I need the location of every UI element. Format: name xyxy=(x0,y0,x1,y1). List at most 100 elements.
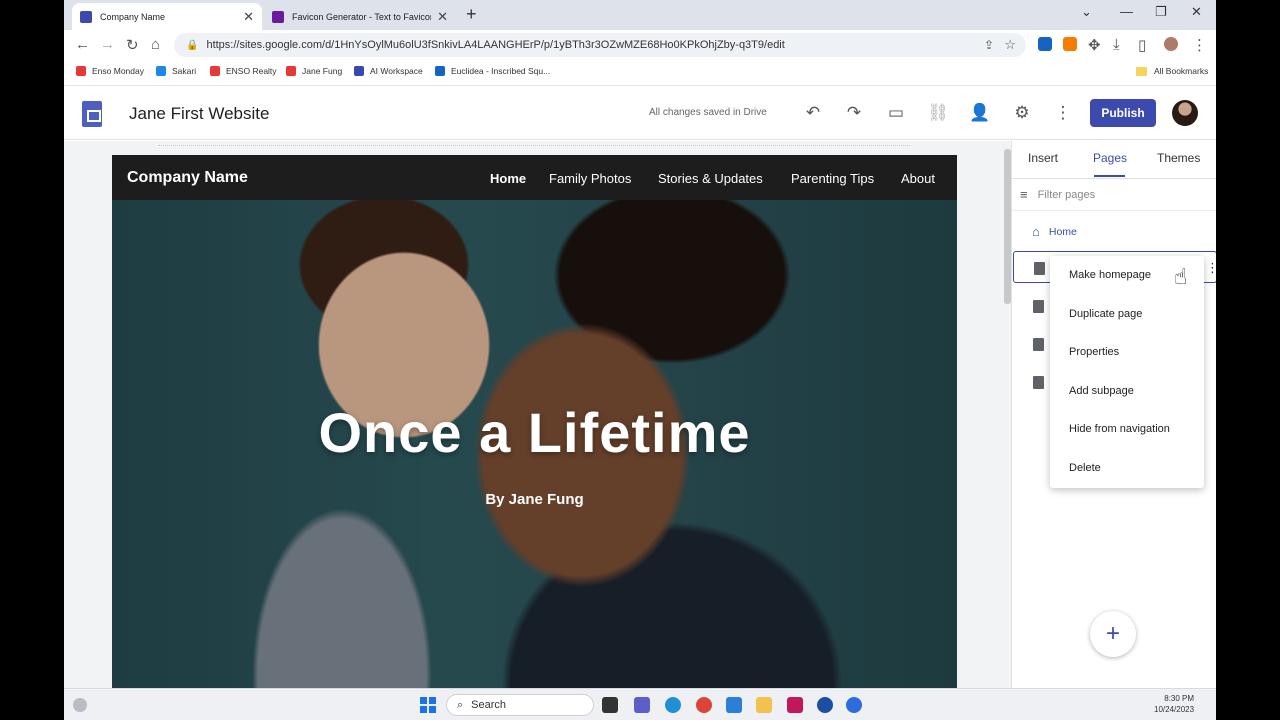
page-home[interactable]: ⌂ Home xyxy=(1032,224,1077,239)
tab-pages[interactable]: Pages xyxy=(1093,151,1127,165)
bookmark-ai-workspace[interactable]: AI Workspace xyxy=(354,66,423,76)
bookmark-euclidea[interactable]: Euclidea - Inscribed Squ... xyxy=(435,66,550,76)
more-options-icon[interactable]: ⋮ xyxy=(1052,103,1074,123)
app-circle-icon[interactable] xyxy=(817,697,833,713)
tab-title: Company Name xyxy=(100,11,166,22)
sites-header: Jane First Website All changes saved in … xyxy=(64,87,1216,140)
page-doc-icon xyxy=(1033,338,1044,351)
edge-icon[interactable] xyxy=(665,697,681,713)
menu-delete[interactable]: Delete xyxy=(1069,462,1101,474)
panel-divider xyxy=(1012,178,1216,179)
canvas-scrollbar[interactable] xyxy=(1004,149,1011,304)
site-preview[interactable]: Company Name Home Family Photos Stories … xyxy=(112,155,957,688)
extension-v-icon[interactable] xyxy=(1038,37,1052,51)
download-icon[interactable]: ⤓ xyxy=(1113,36,1120,53)
bookmark-sakari[interactable]: Sakari xyxy=(156,66,196,76)
bookmark-icon xyxy=(210,66,220,76)
share-icon[interactable]: ⇪ xyxy=(984,38,994,52)
tab-company-name[interactable]: Company Name ✕ xyxy=(72,3,262,30)
chrome-icon[interactable] xyxy=(696,697,712,713)
bookmark-icon xyxy=(286,66,296,76)
close-tab-icon[interactable]: ✕ xyxy=(437,9,448,25)
page-context-menu: Make homepage Duplicate page Properties … xyxy=(1050,256,1204,488)
share-with-others-icon[interactable]: 👤 xyxy=(969,103,991,123)
task-view-icon[interactable] xyxy=(602,697,618,713)
file-explorer-icon[interactable] xyxy=(756,697,772,713)
favicon-generator-icon xyxy=(272,10,284,23)
publish-button[interactable]: Publish xyxy=(1090,99,1156,127)
menu-duplicate-page[interactable]: Duplicate page xyxy=(1069,308,1142,320)
extensions-puzzle-icon[interactable]: ✥ xyxy=(1088,36,1101,54)
tab-themes[interactable]: Themes xyxy=(1157,151,1200,165)
account-avatar[interactable] xyxy=(1172,100,1198,126)
page-more-icon[interactable]: ⋮ xyxy=(1206,260,1216,276)
clock-date: 10/24/2023 xyxy=(1154,705,1195,714)
widgets-icon[interactable] xyxy=(73,698,87,712)
side-panel-icon[interactable]: ▯ xyxy=(1138,36,1146,54)
nav-home[interactable]: Home xyxy=(490,171,526,186)
system-clock[interactable]: 8:30 PM 10/24/2023 xyxy=(1154,693,1194,715)
editor-canvas: Company Name Home Family Photos Stories … xyxy=(64,141,1011,688)
bookmark-icon xyxy=(435,66,445,76)
bookmark-jane-fung[interactable]: Jane Fung xyxy=(286,66,342,76)
site-doc-title[interactable]: Jane First Website xyxy=(129,104,269,124)
bookmark-enso-monday[interactable]: Enso Monday xyxy=(76,66,144,76)
start-button[interactable] xyxy=(420,697,436,713)
back-icon[interactable]: ← xyxy=(75,36,90,53)
reload-icon[interactable]: ↻ xyxy=(126,36,139,54)
nav-family-photos[interactable]: Family Photos xyxy=(549,171,631,186)
filter-icon: ≡ xyxy=(1020,187,1028,202)
profile-avatar[interactable] xyxy=(1164,37,1178,51)
filter-placeholder: Filter pages xyxy=(1037,188,1096,201)
screen: Company Name ✕ Favicon Generator - Text … xyxy=(0,0,1280,720)
add-page-button[interactable]: + xyxy=(1090,611,1136,657)
close-window-icon[interactable]: ✕ xyxy=(1191,4,1202,20)
maximize-icon[interactable]: ❐ xyxy=(1155,4,1167,20)
address-bar[interactable]: 🔒 https://sites.google.com/d/1HnYsOylMu6… xyxy=(174,33,1026,57)
link-icon[interactable]: ⛓ xyxy=(927,103,949,123)
zoom-icon[interactable] xyxy=(846,697,862,713)
forward-icon[interactable]: → xyxy=(100,36,115,53)
page-doc-icon xyxy=(1033,376,1044,389)
snipping-tool-icon[interactable] xyxy=(787,697,803,713)
all-bookmarks[interactable]: All Bookmarks xyxy=(1136,66,1208,76)
chrome-menu-icon[interactable]: ⋮ xyxy=(1192,36,1207,54)
google-sites-logo-icon[interactable] xyxy=(82,101,102,127)
settings-gear-icon[interactable]: ⚙ xyxy=(1011,103,1033,123)
letterbox-left xyxy=(0,0,64,720)
menu-make-homepage[interactable]: Make homepage xyxy=(1069,269,1151,281)
nav-stories-updates[interactable]: Stories & Updates xyxy=(658,171,763,186)
tab-search-chevron-icon[interactable]: ⌄ xyxy=(1081,4,1092,20)
new-tab-icon[interactable]: + xyxy=(466,4,477,25)
tab-insert[interactable]: Insert xyxy=(1028,151,1058,165)
letterbox-right xyxy=(1216,0,1280,720)
todo-icon[interactable] xyxy=(726,697,742,713)
close-tab-icon[interactable]: ✕ xyxy=(243,9,254,25)
save-status: All changes saved in Drive xyxy=(649,107,767,118)
tab-favicon-generator[interactable]: Favicon Generator - Text to Favicon - f.… xyxy=(264,3,456,30)
hand-cursor-icon: ☝ xyxy=(1174,264,1188,289)
filter-divider xyxy=(1012,210,1216,211)
preview-devices-icon[interactable]: ▭ xyxy=(885,103,907,123)
nav-about[interactable]: About xyxy=(901,171,935,186)
site-brand[interactable]: Company Name xyxy=(127,169,248,187)
redo-icon[interactable]: ↷ xyxy=(843,103,865,123)
tab-title: Favicon Generator - Text to Favicon - f.… xyxy=(292,11,431,22)
menu-hide-from-navigation[interactable]: Hide from navigation xyxy=(1069,423,1170,435)
page-doc-icon xyxy=(1034,262,1045,275)
extension-orange-icon[interactable] xyxy=(1063,37,1077,51)
filter-pages[interactable]: ≡ Filter pages xyxy=(1020,187,1095,202)
hero-headline[interactable]: Once a Lifetime xyxy=(112,400,957,465)
taskbar-search[interactable]: ⌕ Search xyxy=(446,694,594,716)
bookmark-star-icon[interactable]: ☆ xyxy=(1004,37,1016,53)
menu-add-subpage[interactable]: Add subpage xyxy=(1069,385,1134,397)
minimize-icon[interactable]: — xyxy=(1120,4,1133,19)
hero-byline[interactable]: By Jane Fung xyxy=(112,491,957,508)
nav-parenting-tips[interactable]: Parenting Tips xyxy=(791,171,874,186)
folder-icon xyxy=(1136,66,1147,76)
menu-properties[interactable]: Properties xyxy=(1069,346,1119,358)
undo-icon[interactable]: ↶ xyxy=(802,103,824,123)
teams-icon[interactable] xyxy=(634,697,650,713)
bookmark-enso-realty[interactable]: ENSO Realty xyxy=(210,66,277,76)
home-icon[interactable]: ⌂ xyxy=(151,36,160,53)
